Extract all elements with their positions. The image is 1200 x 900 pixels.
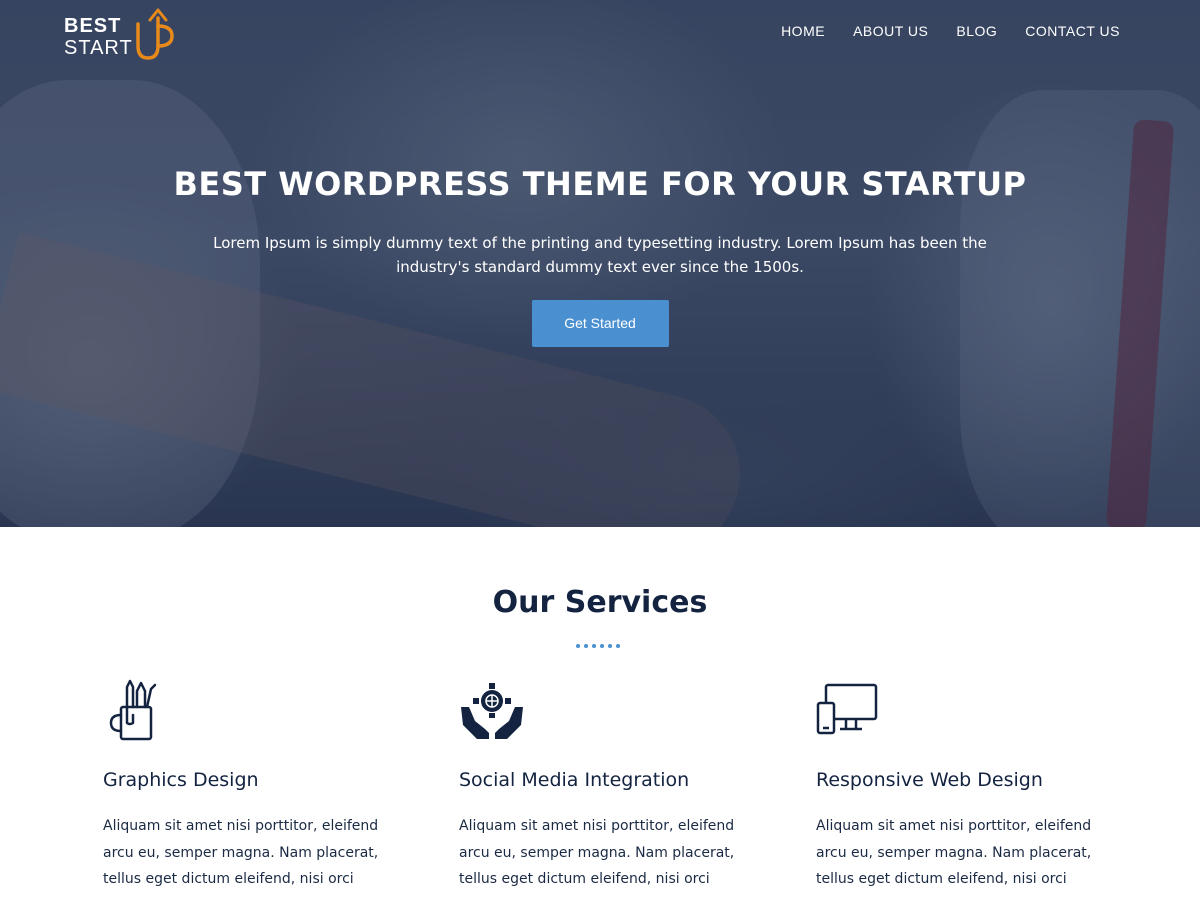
- top-nav: BEST START HOME ABOUT US BLOG CONTACT US: [0, 0, 1200, 70]
- devices-icon: [816, 683, 878, 735]
- hero-content: BEST WORDPRESS THEME FOR YOUR STARTUP Lo…: [0, 165, 1200, 347]
- services-title: Our Services: [492, 585, 708, 620]
- service-text: Aliquam sit amet nisi porttitor, eleifen…: [816, 818, 1092, 887]
- hero-title: BEST WORDPRESS THEME FOR YOUR STARTUP: [173, 165, 1027, 203]
- main-menu: HOME ABOUT US BLOG CONTACT US: [781, 23, 1120, 39]
- site-logo[interactable]: BEST START: [64, 8, 174, 62]
- nav-home[interactable]: HOME: [781, 23, 825, 39]
- hero-text: Lorem Ipsum is simply dummy text of the …: [213, 234, 987, 276]
- logo-up-arrow-icon: [136, 8, 174, 60]
- service-text: Aliquam sit amet nisi porttitor, eleifen…: [459, 818, 735, 887]
- hands-globe-gear-icon: [461, 683, 523, 739]
- service-text: Aliquam sit amet nisi porttitor, eleifen…: [103, 818, 379, 887]
- service-title: Graphics Design: [103, 769, 259, 791]
- service-card-social-media: Social Media Integration Aliquam sit ame…: [459, 677, 759, 893]
- get-started-button[interactable]: Get Started: [531, 300, 669, 347]
- nav-blog[interactable]: BLOG: [956, 23, 997, 39]
- logo-line-1: BEST: [64, 15, 122, 37]
- hero-section: BEST START HOME ABOUT US BLOG CONTACT US…: [0, 0, 1200, 527]
- service-card-responsive-web-design: Responsive Web Design Aliquam sit amet n…: [816, 677, 1116, 893]
- service-card-graphics-design: Graphics Design Aliquam sit amet nisi po…: [103, 677, 403, 893]
- pencil-cup-icon: [109, 679, 157, 741]
- title-divider-dots: [576, 644, 620, 648]
- nav-contact-us[interactable]: CONTACT US: [1025, 23, 1120, 39]
- nav-about-us[interactable]: ABOUT US: [853, 23, 928, 39]
- service-title: Social Media Integration: [459, 769, 690, 791]
- services-section: Our Services Graphics Design Aliquam sit…: [0, 527, 1200, 900]
- service-title: Responsive Web Design: [816, 769, 1043, 791]
- logo-line-2: START: [64, 37, 133, 59]
